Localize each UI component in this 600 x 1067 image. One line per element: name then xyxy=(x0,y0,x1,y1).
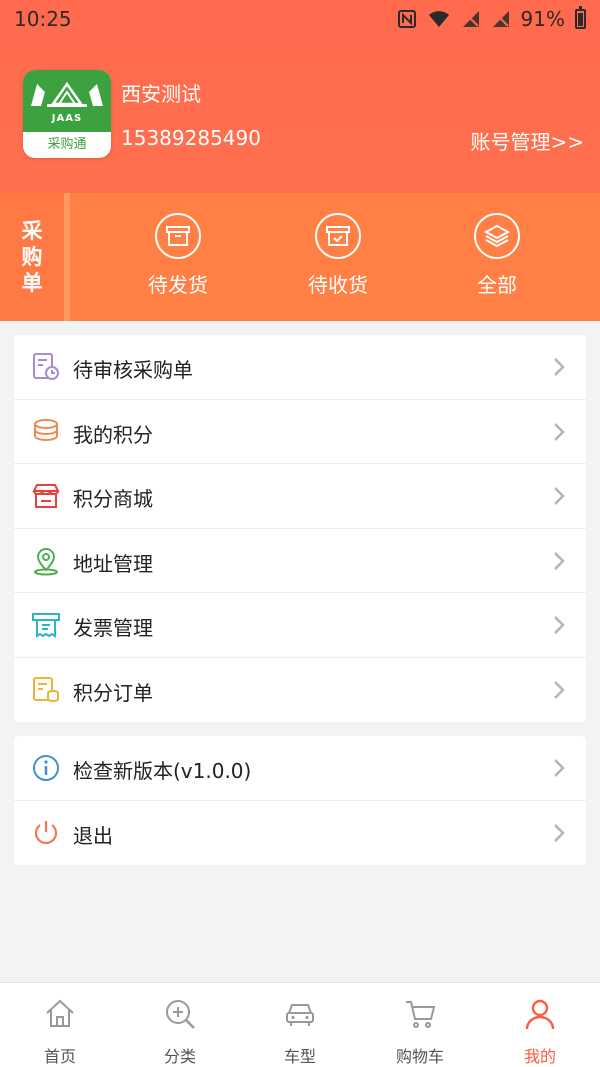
purchase-orders-label: 采 购 单 xyxy=(0,193,70,321)
tab-category[interactable]: 分类 xyxy=(120,997,240,1067)
app-logo: JAAS 采购通 xyxy=(23,70,111,158)
package-icon xyxy=(155,213,201,259)
coins-icon xyxy=(34,418,58,441)
menu-address-management[interactable]: 地址管理 xyxy=(14,529,586,593)
cart-icon xyxy=(406,1001,436,1028)
menu-points-mall[interactable]: 积分商城 xyxy=(14,464,586,529)
power-icon xyxy=(34,820,58,844)
pending-review-icon xyxy=(33,353,59,380)
menu-card-system: 检查新版本(v1.0.0) 退出 xyxy=(14,736,586,865)
layers-icon xyxy=(474,213,520,259)
menu-invoice-management[interactable]: 发票管理 xyxy=(14,593,586,658)
chevron-right-icon xyxy=(554,680,565,699)
logo-brand: JAAS xyxy=(51,113,83,124)
battery-percent: 91% xyxy=(520,7,565,31)
home-icon xyxy=(46,999,74,1027)
nfc-icon xyxy=(397,10,416,28)
profile-header: 10:25 91% JAAS 采购通 西安测试 15389285490 账号管理… xyxy=(0,0,600,193)
menu-points-orders[interactable]: 积分订单 xyxy=(14,658,586,723)
chevron-right-icon xyxy=(554,487,565,505)
orders-pending-shipment[interactable]: 待发货 xyxy=(118,213,238,298)
logo-emblem-icon xyxy=(31,81,103,107)
tab-car-model[interactable]: 车型 xyxy=(240,997,360,1067)
tab-cart[interactable]: 购物车 xyxy=(360,997,480,1067)
receive-box-icon xyxy=(315,213,361,259)
status-time: 10:25 xyxy=(14,7,72,31)
menu-my-points[interactable]: 我的积分 xyxy=(14,400,586,464)
logo-subtitle: 采购通 xyxy=(47,137,87,152)
chevron-right-icon xyxy=(554,823,565,842)
wifi-icon xyxy=(428,11,449,27)
orders-pending-receipt[interactable]: 待收货 xyxy=(278,213,398,298)
status-bar: 10:25 91% xyxy=(0,0,600,38)
menu-pending-review-orders[interactable]: 待审核采购单 xyxy=(14,335,586,400)
location-pin-icon xyxy=(34,547,58,575)
info-icon xyxy=(33,755,59,781)
chevron-right-icon xyxy=(554,551,565,570)
user-icon xyxy=(525,999,555,1030)
car-icon xyxy=(286,1004,314,1026)
chevron-right-icon xyxy=(554,422,565,441)
search-plus-icon xyxy=(166,1000,195,1029)
user-phone: 15389285490 xyxy=(121,126,261,150)
invoice-icon xyxy=(32,613,60,638)
chevron-right-icon xyxy=(554,616,565,634)
chevron-right-icon xyxy=(554,759,565,777)
no-signal-icon-2 xyxy=(492,11,509,27)
points-order-icon xyxy=(33,676,59,702)
chevron-right-icon xyxy=(554,358,565,376)
tab-mine[interactable]: 我的 xyxy=(480,997,600,1067)
store-icon xyxy=(32,484,60,508)
user-name: 西安测试 xyxy=(121,82,201,106)
status-icons: 91% xyxy=(397,6,586,31)
menu-logout[interactable]: 退出 xyxy=(14,801,586,866)
orders-all[interactable]: 全部 xyxy=(437,213,557,298)
no-signal-icon xyxy=(462,11,479,27)
account-management-link[interactable]: 账号管理>> xyxy=(470,126,584,155)
bottom-tab-bar: 首页 分类 车型 购物车 我的 xyxy=(0,982,600,1067)
battery-icon xyxy=(575,6,586,29)
purchase-orders-band: 采 购 单 待发货 待收货 全部 xyxy=(0,193,600,321)
tab-home[interactable]: 首页 xyxy=(0,997,120,1067)
menu-check-update[interactable]: 检查新版本(v1.0.0) xyxy=(14,736,586,801)
menu-card-main: 待审核采购单 我的积分 积分商城 地址管理 发票管理 积分订单 xyxy=(14,335,586,722)
